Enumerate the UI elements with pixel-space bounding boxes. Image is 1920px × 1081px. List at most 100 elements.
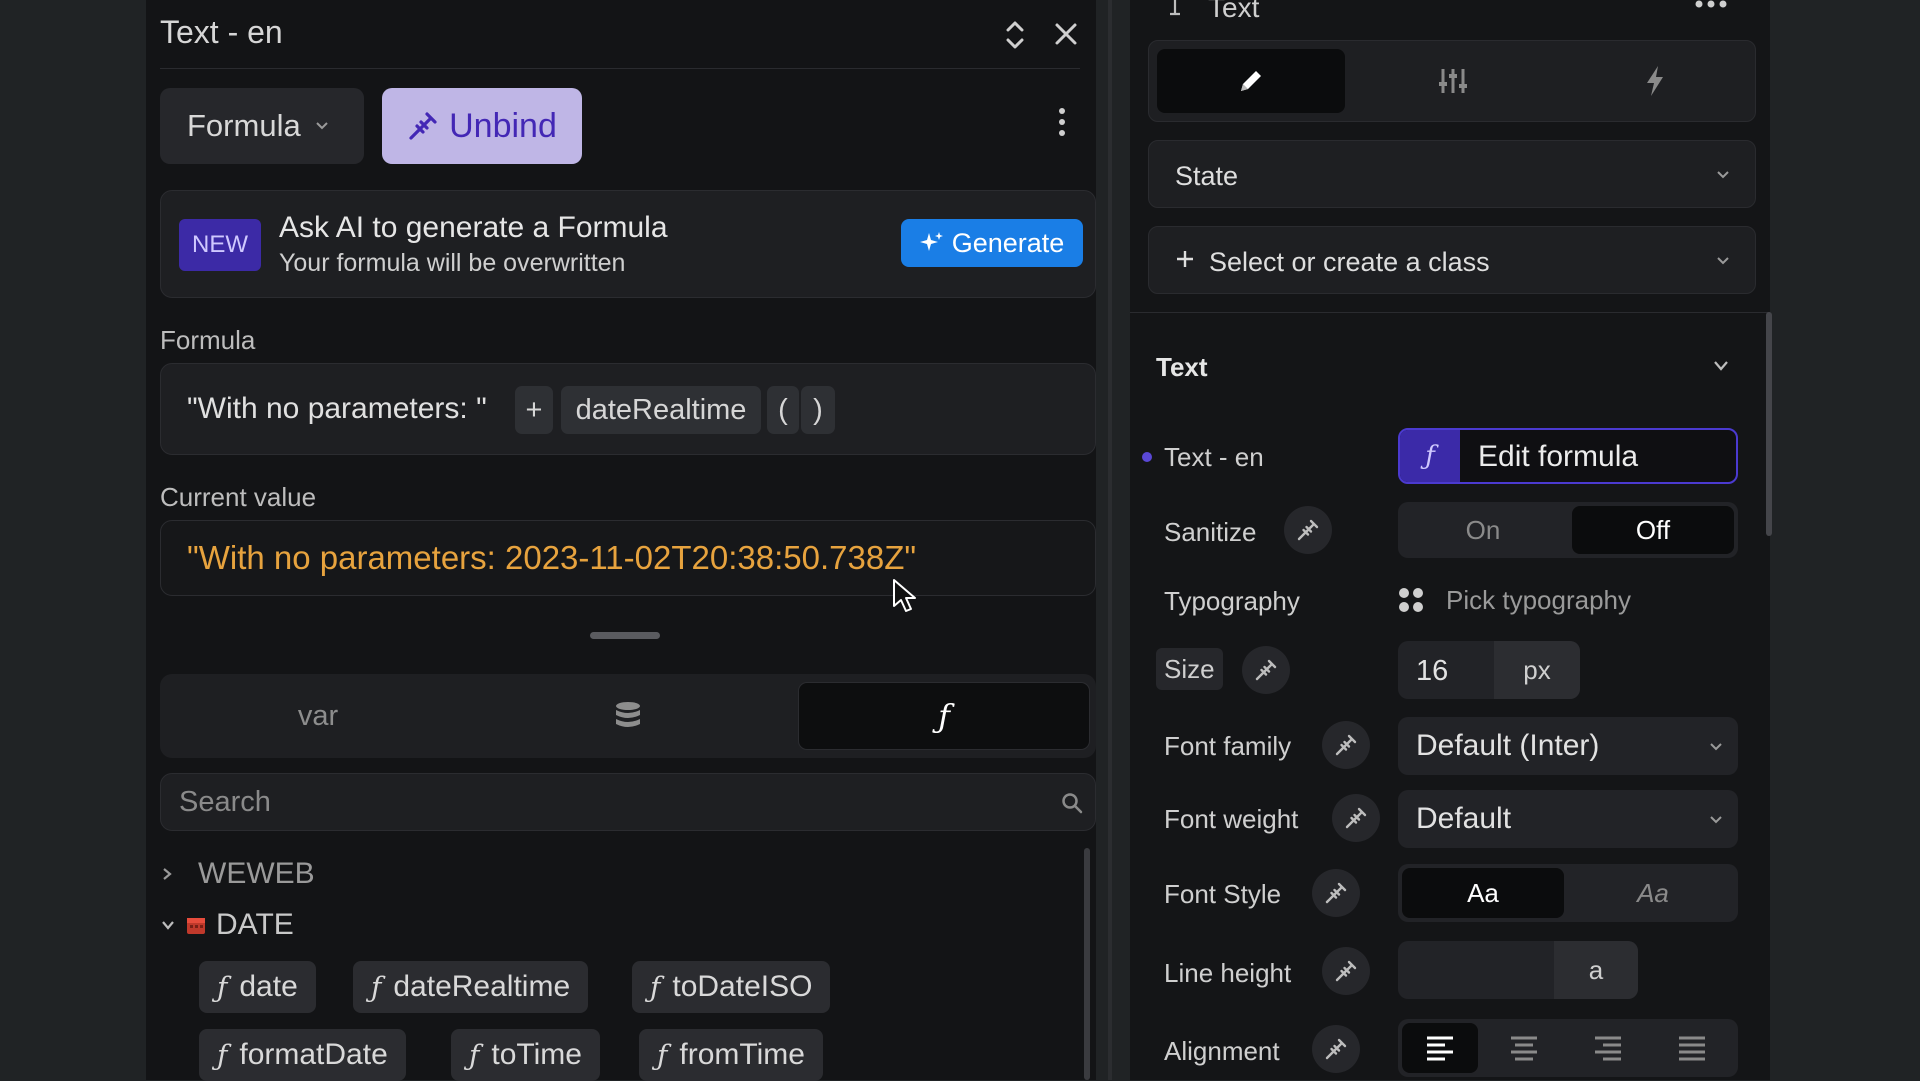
tab-workflows[interactable] [1561,49,1749,113]
font-weight-select[interactable]: Default [1398,790,1738,848]
class-selector[interactable]: Select or create a class [1148,226,1756,294]
mouse-cursor-icon [892,578,918,614]
unbind-icon [407,110,439,142]
sparkle-icon [919,231,944,255]
align-left-button[interactable] [1402,1023,1478,1073]
ai-banner-title: Ask AI to generate a Formula [279,211,668,244]
bind-icon [1334,733,1358,757]
bind-button[interactable] [1312,1025,1360,1073]
open-paren-token[interactable]: ( [767,386,799,434]
unbind-button[interactable]: Unbind [382,88,582,164]
more-options-icon[interactable] [1694,0,1728,10]
bind-button[interactable] [1284,506,1332,554]
function-chip-todateiso[interactable]: ƒ toDateISO [632,961,831,1013]
function-icon: ƒ [469,1038,480,1072]
current-value-label: Current value [160,482,317,512]
state-label: State [1175,161,1239,191]
bind-button[interactable] [1322,721,1370,769]
bind-icon [1344,806,1368,830]
state-dropdown[interactable]: State [1148,140,1756,208]
operator-plus-token[interactable]: + [515,386,553,434]
function-icon: ƒ [657,1038,668,1072]
font-family-select[interactable]: Default (Inter) [1398,717,1738,775]
function-chip-fromtime[interactable]: ƒ fromTime [639,1029,823,1081]
current-value-text: "With no parameters: 2023-11-02T20:38:50… [187,539,917,576]
align-center-button[interactable] [1486,1023,1562,1073]
category-weweb-label: WEWEB [198,857,315,890]
properties-scrollbar[interactable] [1766,312,1772,536]
lightning-icon [1644,65,1666,97]
alignment-label: Alignment [1164,1036,1280,1066]
align-right-icon [1593,1035,1623,1061]
chevron-down-icon [160,918,184,932]
category-date[interactable]: DATE [160,905,760,945]
tab-variables[interactable]: var [168,682,468,750]
resize-handle[interactable] [590,632,660,639]
font-weight-label: Font weight [1164,804,1299,834]
function-chip-label: dateRealtime [393,970,571,1003]
category-weweb[interactable]: WEWEB [160,854,760,894]
function-chip-label: toDateISO [672,970,813,1003]
bind-button[interactable] [1242,646,1290,694]
size-input[interactable]: 16 px [1398,641,1580,699]
formula-editor[interactable]: "With no parameters: " + dateRealtime ( … [160,363,1096,455]
font-style-italic[interactable]: Aa [1572,868,1734,918]
close-icon[interactable] [1052,20,1080,48]
pencil-icon [1236,66,1266,96]
tab-collections[interactable] [478,682,778,750]
section-divider [1130,312,1770,313]
size-value: 16 [1416,655,1449,687]
function-chip-totime[interactable]: ƒ toTime [451,1029,600,1081]
chevron-down-icon[interactable] [1712,360,1730,372]
more-options-icon[interactable] [1052,104,1072,140]
bind-button[interactable] [1322,947,1370,995]
formula-string-token: "With no parameters: " [187,392,487,425]
tab-style[interactable] [1157,49,1345,113]
typography-value: Pick typography [1446,584,1631,615]
align-left-icon [1425,1035,1455,1061]
font-style-label: Font Style [1164,879,1282,909]
line-height-unit[interactable]: a [1554,941,1638,999]
bind-icon [1324,881,1348,905]
close-paren-token[interactable]: ) [801,386,835,434]
size-unit[interactable]: px [1494,641,1580,699]
edit-formula-button[interactable]: ƒ Edit formula [1398,428,1738,484]
function-chip-label: fromTime [679,1038,805,1071]
expand-icon[interactable] [1002,18,1028,52]
tab-functions[interactable]: ƒ [798,682,1090,750]
font-weight-value: Default [1416,802,1512,835]
align-right-button[interactable] [1570,1023,1646,1073]
panel-splitter[interactable] [1108,0,1112,1080]
function-icon: ƒ [217,1038,228,1072]
sanitize-off[interactable]: Off [1572,506,1734,554]
function-chip-daterealtime[interactable]: ƒ dateRealtime [353,961,589,1013]
function-icon: ƒ [371,970,382,1004]
line-height-input[interactable]: a [1398,941,1638,999]
search-box[interactable]: Search [160,773,1096,831]
alignment-toggle [1398,1019,1738,1077]
formula-label: Formula [160,325,256,355]
bind-icon [1254,658,1278,682]
function-list-scrollbar[interactable] [1084,848,1090,1080]
typography-picker[interactable]: Pick typography [1398,576,1738,624]
new-badge: NEW [179,219,261,271]
align-justify-icon [1677,1035,1707,1061]
bind-icon [1296,518,1320,542]
formula-mode-dropdown[interactable]: Formula [160,88,364,164]
tab-settings[interactable] [1359,49,1547,113]
database-icon [614,700,642,732]
bind-button[interactable] [1332,794,1380,842]
header-divider [160,68,1080,69]
bind-button[interactable] [1312,869,1360,917]
generate-button[interactable]: Generate [901,219,1083,267]
function-chip-date[interactable]: ƒ date [199,961,316,1013]
function-chip-formatdate[interactable]: ƒ formatDate [199,1029,406,1081]
sanitize-toggle: On Off [1398,502,1738,558]
formula-tabs: var ƒ [160,674,1096,758]
function-token[interactable]: dateRealtime [561,386,761,434]
sliders-icon [1437,66,1469,96]
font-style-normal[interactable]: Aa [1402,868,1564,918]
align-justify-button[interactable] [1654,1023,1730,1073]
sanitize-on[interactable]: On [1402,506,1564,554]
function-icon: ƒ [650,970,661,1004]
